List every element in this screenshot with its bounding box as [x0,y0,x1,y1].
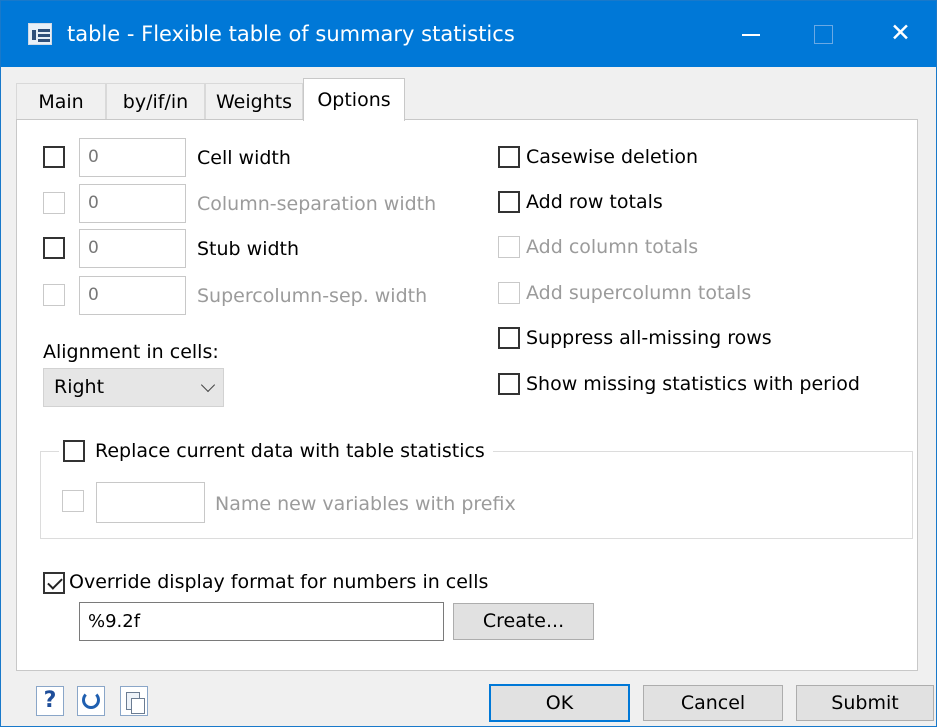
supercolumn-sep-width-label: Supercolumn-sep. width [197,285,428,307]
supercolumn-sep-width-input: 0 [79,276,186,315]
title-bar[interactable]: table - Flexible table of summary statis… [1,1,936,67]
replace-data-label: Replace current data with table statisti… [95,440,485,462]
tab-main[interactable]: Main [16,83,106,120]
help-icon[interactable]: ? [36,686,64,716]
tab-options[interactable]: Options [303,78,405,121]
suppress-all-missing-rows-checkbox[interactable] [498,327,520,349]
tab-weights[interactable]: Weights [205,83,303,120]
cell-width-checkbox[interactable] [43,146,65,168]
cell-width-input[interactable]: 0 [79,138,186,177]
cell-width-label: Cell width [197,147,291,169]
tab-strip: Main by/if/in Weights Options [16,78,916,121]
dialog-window: table - Flexible table of summary statis… [0,0,937,727]
add-supercolumn-totals-label: Add supercolumn totals [526,282,752,304]
add-row-totals-label: Add row totals [526,191,663,213]
prefix-input [96,482,205,523]
reset-icon[interactable] [77,686,105,716]
override-format-label: Override display format for numbers in c… [69,571,489,593]
stub-width-checkbox[interactable] [43,237,65,259]
add-column-totals-checkbox [498,236,520,258]
submit-button[interactable]: Submit [796,685,934,721]
tab-weights-label: Weights [215,91,293,113]
prefix-label: Name new variables with prefix [215,493,516,515]
alignment-label: Alignment in cells: [43,341,219,363]
tab-by-if-in[interactable]: by/if/in [106,83,205,120]
override-format-checkbox[interactable] [43,572,65,594]
show-missing-statistics-label: Show missing statistics with period [526,373,860,395]
alignment-select[interactable]: Right [43,368,224,407]
supercolumn-sep-width-checkbox [43,284,65,306]
replace-data-checkbox[interactable] [63,440,85,462]
alignment-selected-value: Right [54,376,105,398]
minimize-icon[interactable] [718,1,786,67]
casewise-deletion-checkbox[interactable] [498,146,520,168]
stub-width-label: Stub width [197,238,300,260]
copy-command-icon[interactable] [120,686,148,716]
column-separation-width-checkbox [43,192,65,214]
tab-options-label: Options [317,89,391,111]
cancel-button[interactable]: Cancel [643,685,783,721]
add-column-totals-label: Add column totals [526,236,699,258]
prefix-checkbox [62,490,84,512]
ok-button[interactable]: OK [489,684,630,722]
maximize-icon [787,1,855,67]
add-row-totals-checkbox[interactable] [498,191,520,213]
table-dialog-icon [28,23,52,45]
replace-data-header: Replace current data with table statisti… [59,437,493,465]
column-separation-width-input: 0 [79,184,186,223]
suppress-all-missing-rows-label: Suppress all-missing rows [526,327,772,349]
casewise-deletion-label: Casewise deletion [526,146,699,168]
close-glyph: ✕ [890,18,911,47]
add-supercolumn-totals-checkbox [498,282,520,304]
tab-by-if-in-label: by/if/in [122,91,189,113]
chevron-down-icon [200,377,216,393]
show-missing-statistics-checkbox[interactable] [498,373,520,395]
close-icon[interactable]: ✕ [869,1,937,67]
stub-width-input[interactable]: 0 [79,229,186,268]
format-input[interactable]: %9.2f [79,602,444,641]
create-format-button[interactable]: Create... [453,603,594,640]
window-title: table - Flexible table of summary statis… [67,22,515,46]
tab-main-label: Main [38,91,84,113]
column-separation-width-label: Column-separation width [197,193,437,215]
